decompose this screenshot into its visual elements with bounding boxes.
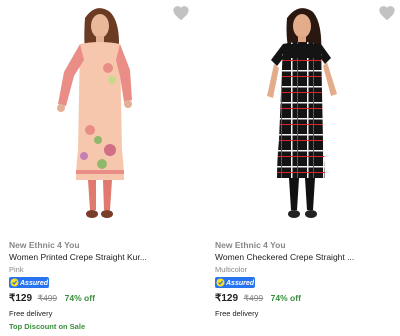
product-brand: New Ethnic 4 You — [215, 240, 286, 250]
selling-price: ₹129 — [9, 293, 33, 304]
black-checkered-kurta-model-image — [267, 8, 337, 218]
discount-percent: 74% off — [64, 293, 95, 303]
product-title[interactable]: Women Checkered Crepe Straight ... — [215, 252, 395, 262]
product-card[interactable]: New Ethnic 4 You Women Printed Crepe Str… — [0, 0, 200, 336]
product-variant: Pink — [9, 265, 24, 274]
original-price: ₹499 — [37, 293, 58, 303]
assured-label: Assured — [19, 280, 49, 287]
product-card[interactable]: New Ethnic 4 You Women Checkered Crepe S… — [205, 0, 400, 336]
assured-badge-icon: Assured — [215, 277, 255, 288]
price-row: ₹129 ₹499 74% off — [9, 293, 95, 304]
product-brand: New Ethnic 4 You — [9, 240, 80, 250]
assured-label: Assured — [225, 280, 255, 287]
product-grid: New Ethnic 4 You Women Printed Crepe Str… — [0, 0, 400, 336]
product-title[interactable]: Women Printed Crepe Straight Kur... — [9, 252, 189, 262]
pink-kurta-model-image — [57, 8, 132, 218]
assured-badge-icon: Assured — [9, 277, 49, 288]
price-row: ₹129 ₹499 74% off — [215, 293, 301, 304]
selling-price: ₹129 — [215, 293, 239, 304]
delivery-info: Free delivery — [215, 309, 259, 318]
original-price: ₹499 — [243, 293, 264, 303]
product-image[interactable] — [0, 0, 200, 232]
delivery-info: Free delivery — [9, 309, 53, 318]
heart-wishlist-icon[interactable] — [172, 5, 190, 21]
product-variant: Multicolor — [215, 265, 248, 274]
heart-wishlist-icon[interactable] — [378, 5, 396, 21]
discount-percent: 74% off — [270, 293, 301, 303]
product-image[interactable] — [205, 0, 400, 232]
offer-tag: Top Discount on Sale — [9, 322, 86, 331]
